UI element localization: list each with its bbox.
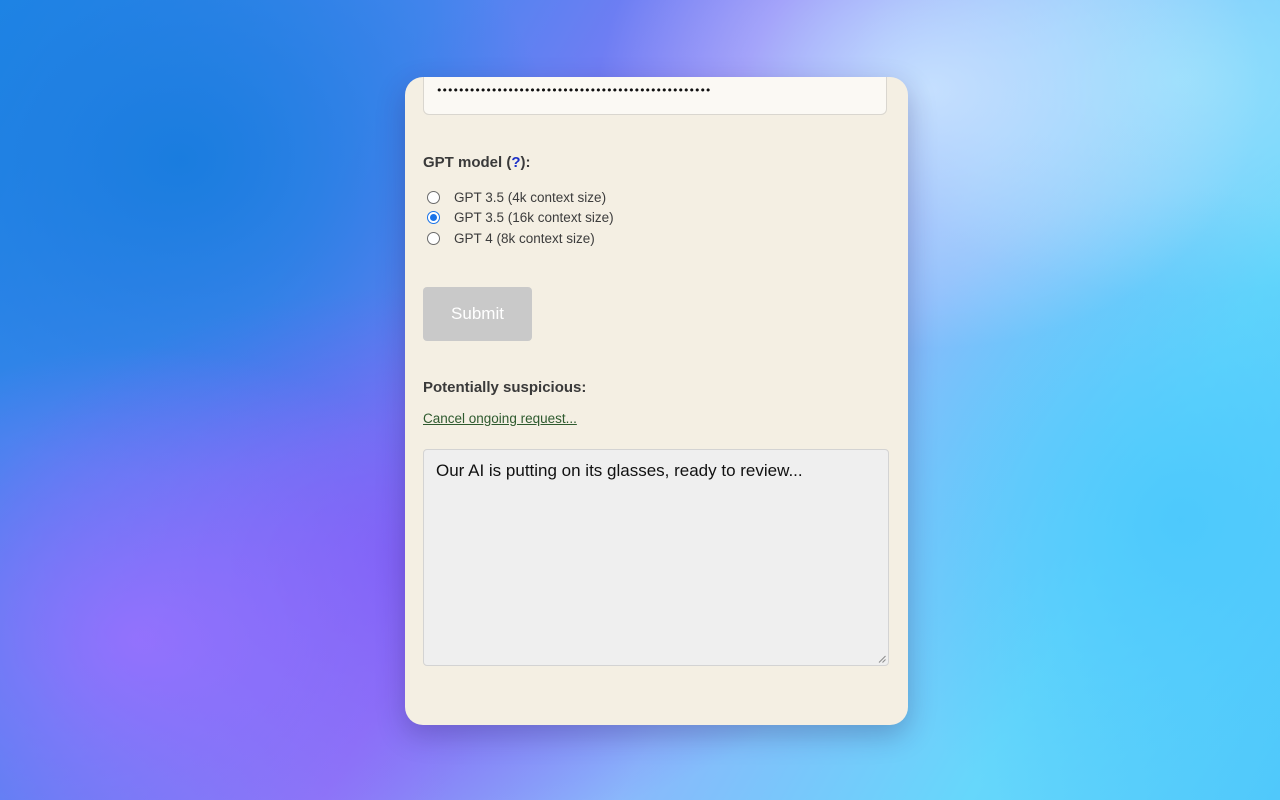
model-label-prefix: GPT model ( [423, 154, 512, 171]
api-key-masked-value: ••••••••••••••••••••••••••••••••••••••••… [436, 84, 711, 97]
model-label: GPT model (?): [423, 154, 531, 171]
api-key-input[interactable]: ••••••••••••••••••••••••••••••••••••••••… [423, 77, 887, 115]
review-output-textarea[interactable]: Our AI is putting on its glasses, ready … [423, 449, 889, 666]
model-option-gpt4-8k[interactable]: GPT 4 (8k context size) [427, 228, 614, 249]
review-panel: ••••••••••••••••••••••••••••••••••••••••… [405, 77, 908, 725]
suspicious-label: Potentially suspicious: [423, 379, 587, 396]
model-option-label: GPT 3.5 (4k context size) [454, 189, 607, 205]
review-output-text: Our AI is putting on its glasses, ready … [436, 461, 803, 480]
radio-button-selected[interactable] [427, 211, 440, 225]
radio-button[interactable] [427, 231, 440, 245]
model-option-label: GPT 3.5 (16k context size) [454, 210, 614, 226]
model-help-link[interactable]: ? [511, 154, 520, 171]
model-option-gpt35-4k[interactable]: GPT 3.5 (4k context size) [427, 187, 614, 208]
submit-button[interactable]: Submit [423, 287, 532, 341]
resize-handle-icon[interactable] [878, 655, 886, 663]
cancel-request-link[interactable]: Cancel ongoing request... [423, 411, 577, 426]
model-option-gpt35-16k[interactable]: GPT 3.5 (16k context size) [427, 208, 614, 229]
model-option-label: GPT 4 (8k context size) [454, 230, 595, 246]
model-label-suffix: ): [520, 154, 531, 171]
radio-button[interactable] [427, 190, 440, 204]
model-radio-group: GPT 3.5 (4k context size) GPT 3.5 (16k c… [427, 187, 614, 249]
